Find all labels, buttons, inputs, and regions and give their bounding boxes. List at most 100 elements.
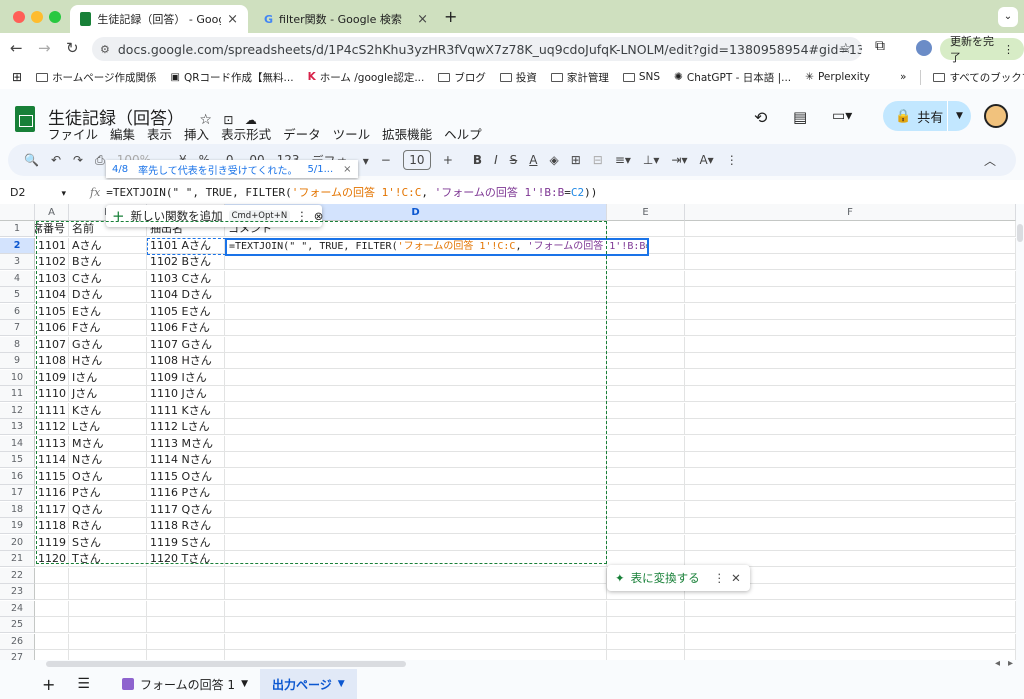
data-cell[interactable]: 1118 — [35, 518, 69, 534]
grid-cell[interactable] — [35, 584, 69, 600]
name-box[interactable]: D2 ▾ — [0, 186, 80, 199]
data-cell[interactable]: 1106 — [35, 320, 69, 336]
account-avatar[interactable] — [984, 104, 1008, 128]
data-cell[interactable]: 1116 Pさん — [147, 485, 225, 501]
row-header[interactable]: 27 — [0, 650, 35, 660]
grid-cell[interactable] — [685, 386, 1016, 402]
share-button[interactable]: 🔒 共有 ▼ — [883, 101, 971, 131]
more-options-icon[interactable]: ⋮ — [726, 153, 738, 167]
data-cell[interactable]: 1113 Mさん — [147, 435, 225, 452]
data-cell[interactable]: 1119 — [35, 534, 69, 551]
sheet-tab-output[interactable]: 出力ページ ▼ — [259, 669, 357, 699]
data-cell[interactable]: Gさん — [69, 336, 147, 353]
add-icon[interactable]: + — [112, 207, 125, 225]
data-cell[interactable]: 1104 Dさん — [147, 287, 225, 303]
row-header[interactable]: 15 — [0, 452, 35, 468]
row-header[interactable]: 1 — [0, 221, 35, 237]
grid-cell[interactable] — [685, 336, 1016, 353]
data-cell[interactable]: 1108 Hさん — [147, 353, 225, 369]
bold-icon[interactable]: B — [473, 153, 482, 167]
grid-cell[interactable] — [35, 633, 69, 650]
bookmark-item[interactable]: ▣ QRコード作成【無料... — [171, 70, 294, 85]
close-tab-icon[interactable]: × — [417, 12, 428, 27]
grid-cell[interactable] — [685, 221, 1016, 237]
dropdown-icon[interactable]: ▼ — [338, 679, 345, 689]
fill-color-icon[interactable]: ◈ — [549, 153, 558, 167]
data-cell[interactable]: 1116 — [35, 485, 69, 501]
grid-cell[interactable] — [607, 369, 685, 386]
grid-cell[interactable] — [607, 501, 685, 518]
grid-cell[interactable] — [685, 485, 1016, 501]
close-tab-icon[interactable]: × — [227, 12, 238, 27]
grid-cell[interactable] — [685, 270, 1016, 287]
grid-cell[interactable] — [685, 237, 1016, 254]
header-cell[interactable]: 出席番号 — [35, 221, 69, 237]
row-header[interactable]: 3 — [0, 254, 35, 270]
grid-cell[interactable] — [607, 468, 685, 485]
data-cell[interactable]: 1117 — [35, 501, 69, 518]
row-header[interactable]: 26 — [0, 633, 35, 650]
grid-cell[interactable] — [225, 468, 607, 485]
grid-cell[interactable] — [225, 567, 607, 584]
search-icon[interactable]: 🔍 — [24, 153, 39, 167]
all-bookmarks-button[interactable]: すべてのブックマーク — [920, 69, 1024, 85]
version-history-icon[interactable]: ⟲ — [754, 108, 767, 127]
grid-cell[interactable] — [69, 567, 147, 584]
grid-cell[interactable] — [225, 501, 607, 518]
text-rotate-icon[interactable]: A▾ — [699, 153, 713, 167]
bookmark-item[interactable]: ホームページ作成関係 — [36, 70, 157, 85]
grid-cell[interactable] — [225, 353, 607, 369]
data-cell[interactable]: 1103 — [35, 270, 69, 287]
row-header[interactable]: 24 — [0, 600, 35, 617]
apps-grid-icon[interactable]: ⊞ — [12, 70, 22, 84]
data-cell[interactable]: 1110 — [35, 386, 69, 402]
grid-cell[interactable] — [225, 402, 607, 419]
grid-cell[interactable] — [225, 452, 607, 468]
data-cell[interactable]: Sさん — [69, 534, 147, 551]
data-cell[interactable]: 1104 — [35, 287, 69, 303]
spreadsheet-grid[interactable]: A B C D E F 1出席番号名前抽出名コメント21101Aさん1101 A… — [0, 204, 1016, 660]
grid-cell[interactable] — [225, 551, 607, 567]
all-sheets-icon[interactable]: ☰ — [77, 676, 90, 692]
grid-cell[interactable] — [685, 452, 1016, 468]
grid-cell[interactable] — [685, 617, 1016, 633]
data-cell[interactable]: Aさん — [69, 237, 147, 254]
data-cell[interactable]: Dさん — [69, 287, 147, 303]
grid-cell[interactable] — [225, 617, 607, 633]
grid-cell[interactable] — [69, 600, 147, 617]
menu-edit[interactable]: 編集 — [110, 124, 135, 143]
active-cell-editor[interactable]: =TEXTJOIN(" ", TRUE, FILTER('フォームの回答 1'!… — [225, 238, 649, 256]
row-header[interactable]: 9 — [0, 353, 35, 369]
menu-help[interactable]: ヘルプ — [444, 124, 482, 143]
grid-cell[interactable] — [685, 353, 1016, 369]
grid-cell[interactable] — [607, 287, 685, 303]
grid-cell[interactable] — [685, 287, 1016, 303]
row-header[interactable]: 12 — [0, 402, 35, 419]
row-header[interactable]: 20 — [0, 534, 35, 551]
row-header[interactable]: 11 — [0, 386, 35, 402]
bookmark-item[interactable]: ✺ ChatGPT - 日本語 |... — [674, 70, 791, 85]
data-cell[interactable]: 1111 Kさん — [147, 402, 225, 419]
grid-cell[interactable] — [607, 419, 685, 435]
grid-cell[interactable] — [685, 650, 1016, 660]
grid-cell[interactable] — [147, 584, 225, 600]
data-cell[interactable]: 1107 — [35, 336, 69, 353]
grid-cell[interactable] — [685, 402, 1016, 419]
grid-cell[interactable] — [225, 600, 607, 617]
data-cell[interactable]: 1112 — [35, 419, 69, 435]
comments-icon[interactable]: ▤ — [793, 108, 807, 126]
grid-cell[interactable] — [607, 452, 685, 468]
data-cell[interactable]: 1115 Oさん — [147, 468, 225, 485]
grid-cell[interactable] — [35, 600, 69, 617]
grid-cell[interactable] — [685, 435, 1016, 452]
bookmarks-overflow-button[interactable]: » — [900, 71, 906, 83]
grid-cell[interactable] — [607, 320, 685, 336]
close-circle-icon[interactable]: ⊗ — [314, 209, 324, 223]
grid-cell[interactable] — [607, 485, 685, 501]
new-tab-icon[interactable]: + — [444, 7, 457, 26]
more-vert-icon[interactable]: ⋮ — [714, 571, 726, 585]
update-button[interactable]: 更新を完了 ⋮ — [940, 35, 1024, 64]
row-header[interactable]: 16 — [0, 468, 35, 485]
zoom-window-button[interactable] — [49, 11, 61, 23]
data-cell[interactable]: Oさん — [69, 468, 147, 485]
